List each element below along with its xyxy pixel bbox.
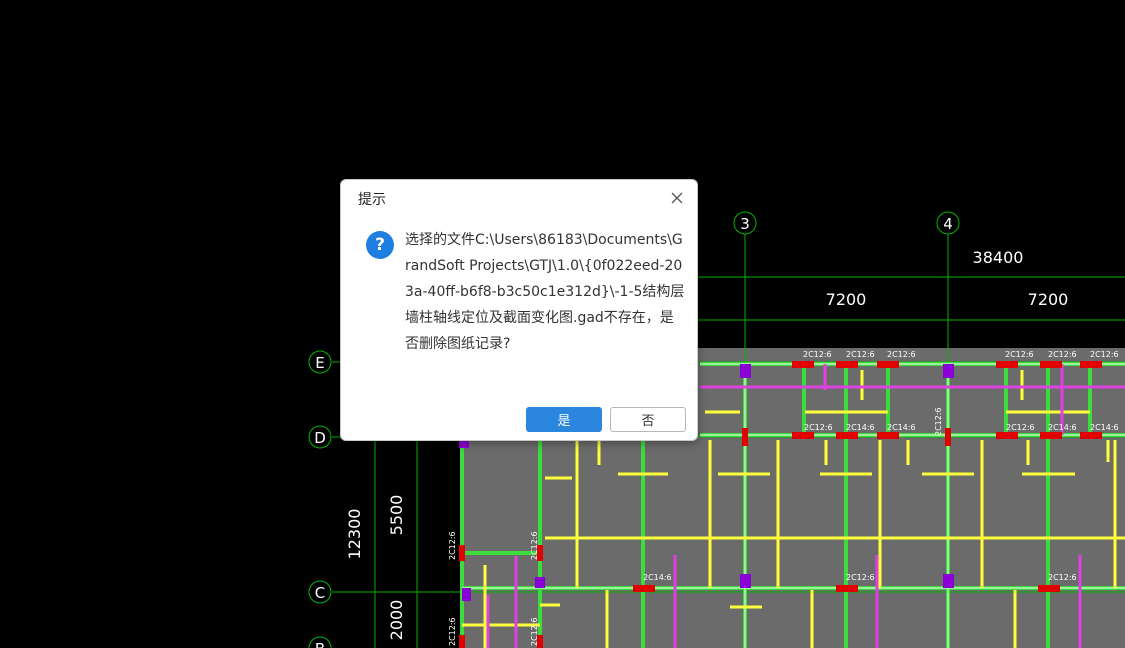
- rebar-label: 2C12:6: [803, 350, 832, 359]
- rebar-label: 2C12:6: [1048, 350, 1077, 359]
- rebar-label: 2C12:6: [1090, 350, 1119, 359]
- no-button[interactable]: 否: [610, 407, 686, 432]
- yes-button[interactable]: 是: [526, 407, 602, 432]
- rebar-label: 2C12:6: [448, 531, 457, 560]
- dialog-message: 选择的文件C:\Users\86183\Documents\GrandSoft …: [405, 232, 685, 352]
- axis-bubble-B: B: [308, 636, 332, 648]
- rebar-label: 2C12:6: [887, 350, 916, 359]
- axis-bubble-3: 3: [733, 211, 757, 235]
- rebar-label: 2C12:6: [846, 573, 875, 582]
- dimension-total: 38400: [973, 248, 1024, 267]
- dialog-title: 提示: [358, 192, 386, 208]
- rebar-label: 2C14:6: [846, 423, 875, 432]
- dimension-bay-1: 7200: [826, 290, 867, 309]
- rebar-label: 2C12:6: [448, 617, 457, 646]
- rebar-label: 2C12:6: [530, 617, 539, 646]
- axis-label-D: D: [314, 429, 326, 447]
- dimension-vertical-2: 2000: [387, 600, 406, 641]
- dimension-vertical-1: 5500: [387, 495, 406, 536]
- dimension-bay-2: 7200: [1028, 290, 1069, 309]
- rebar-label: 2C12:6: [1048, 573, 1077, 582]
- rebar-label: 2C12:6: [804, 423, 833, 432]
- rebar-label: 2C12:6: [934, 407, 943, 436]
- axis-label-3: 3: [740, 215, 750, 233]
- axis-label-4: 4: [943, 215, 953, 233]
- rebar-label: 2C12:6: [1006, 423, 1035, 432]
- close-icon[interactable]: [665, 187, 689, 209]
- axis-label-B: B: [315, 640, 325, 648]
- axis-bubble-D: D: [308, 425, 332, 449]
- rebar-label: 2C12:6: [530, 531, 539, 560]
- dimension-vertical-total: 12300: [345, 509, 364, 560]
- axis-bubble-C: C: [308, 580, 332, 604]
- rebar-label: 2C14:6: [1048, 423, 1077, 432]
- rebar-label: 2C12:6: [1005, 350, 1034, 359]
- axis-bubble-E: E: [308, 350, 332, 374]
- rebar-label: 2C14:6: [643, 573, 672, 582]
- rebar-label: 2C14:6: [887, 423, 916, 432]
- confirm-dialog: 提示 ? 选择的文件C:\Users\86183\Documents\Grand…: [340, 179, 698, 441]
- axis-bubble-4: 4: [936, 211, 960, 235]
- question-icon: ?: [366, 231, 394, 259]
- rebar-label: 2C14:6: [1090, 423, 1119, 432]
- axis-label-E: E: [315, 354, 324, 372]
- axis-label-C: C: [315, 584, 325, 602]
- rebar-label: 2C12:6: [846, 350, 875, 359]
